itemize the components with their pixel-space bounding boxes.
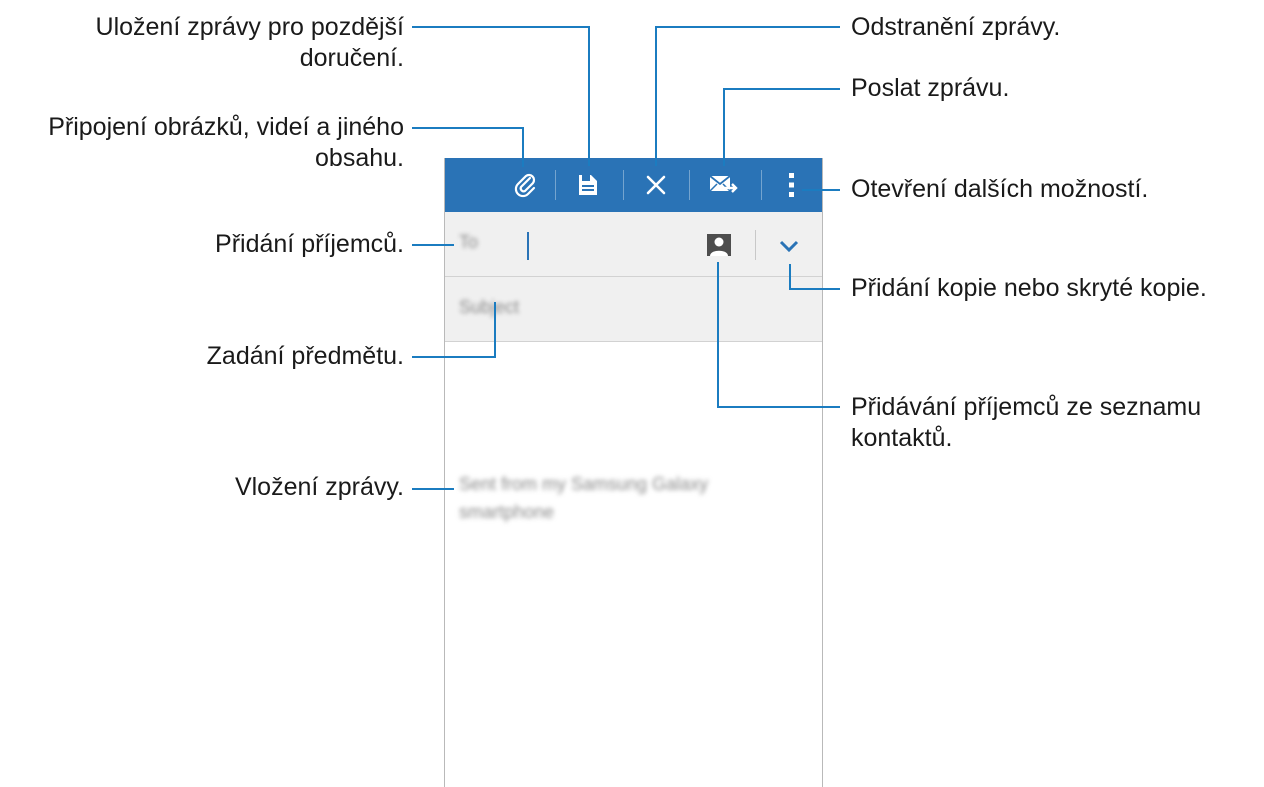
text-cursor bbox=[527, 232, 529, 260]
callout-line-attach bbox=[522, 127, 524, 167]
toolbar-divider bbox=[623, 170, 624, 200]
to-placeholder: To bbox=[459, 232, 479, 252]
callout-contacts: Přidávání příjemců ze seznamu kontaktů. bbox=[851, 392, 1201, 454]
email-compose-screen: To Subject Sent from my Samsung Galaxy s… bbox=[444, 158, 823, 787]
attach-button[interactable] bbox=[503, 158, 549, 212]
callout-more-options: Otevření dalších možností. bbox=[851, 175, 1149, 203]
callout-attach-line2: obsahu. bbox=[315, 144, 404, 172]
callout-delete: Odstranění zprávy. bbox=[851, 13, 1061, 41]
callout-line-send bbox=[723, 88, 725, 166]
toolbar-divider bbox=[689, 170, 690, 200]
callout-line-recipients bbox=[412, 244, 454, 246]
callout-line-attach bbox=[412, 127, 524, 129]
subject-field[interactable]: Subject bbox=[445, 277, 822, 342]
cc-bcc-button[interactable] bbox=[777, 236, 801, 256]
toolbar-divider bbox=[555, 170, 556, 200]
callout-attach: Připojení obrázků, videí a jiného obsahu… bbox=[48, 112, 404, 174]
field-divider bbox=[755, 230, 756, 260]
contacts-button[interactable] bbox=[707, 234, 731, 256]
callout-line-delete bbox=[655, 26, 840, 28]
save-draft-button[interactable] bbox=[567, 158, 609, 212]
callout-line-contacts bbox=[717, 406, 840, 408]
callout-line-send bbox=[723, 88, 840, 90]
send-mail-icon bbox=[709, 175, 738, 193]
callout-line-save bbox=[412, 26, 590, 28]
more-options-button[interactable] bbox=[775, 158, 809, 212]
callout-line-more bbox=[802, 189, 840, 191]
callout-line-delete bbox=[655, 26, 657, 166]
callout-attach-line1: Připojení obrázků, videí a jiného bbox=[48, 113, 404, 141]
callout-line-subject bbox=[494, 302, 496, 358]
callout-save-draft-line1: Uložení zprávy pro pozdější bbox=[95, 13, 404, 41]
callout-enter-subject: Zadání předmětu. bbox=[206, 342, 404, 370]
callout-add-recipients: Přidání příjemců. bbox=[215, 230, 404, 258]
callout-line-body bbox=[412, 488, 454, 490]
send-button[interactable] bbox=[701, 158, 747, 212]
subject-placeholder: Subject bbox=[459, 297, 520, 317]
callout-line-contacts bbox=[717, 262, 719, 408]
action-bar bbox=[445, 158, 822, 212]
callout-enter-message: Vložení zprávy. bbox=[234, 473, 404, 501]
to-field[interactable]: To bbox=[445, 212, 822, 277]
paperclip-icon bbox=[514, 173, 536, 198]
overflow-menu-icon bbox=[789, 173, 794, 197]
callout-save-draft-line2: doručení. bbox=[299, 44, 404, 72]
save-icon bbox=[579, 175, 597, 195]
callout-cc-bcc: Přidání kopie nebo skryté kopie. bbox=[851, 274, 1207, 302]
callout-line-ccbcc bbox=[789, 288, 840, 290]
callout-send: Poslat zprávu. bbox=[851, 74, 1010, 102]
contact-icon bbox=[710, 237, 728, 256]
chevron-down-icon bbox=[779, 240, 799, 253]
callout-line-ccbcc bbox=[789, 264, 791, 290]
toolbar-divider bbox=[761, 170, 762, 200]
callout-save-draft: Uložení zprávy pro pozdější doručení. bbox=[96, 12, 404, 74]
delete-button[interactable] bbox=[635, 158, 677, 212]
callout-line-subject bbox=[412, 356, 496, 358]
close-icon bbox=[646, 175, 666, 195]
callout-line-save bbox=[588, 26, 590, 166]
callout-contacts-line2: kontaktů. bbox=[851, 424, 953, 452]
callout-contacts-line1: Přidávání příjemců ze seznamu bbox=[851, 393, 1202, 421]
message-body[interactable]: Sent from my Samsung Galaxy smartphone bbox=[459, 470, 799, 526]
